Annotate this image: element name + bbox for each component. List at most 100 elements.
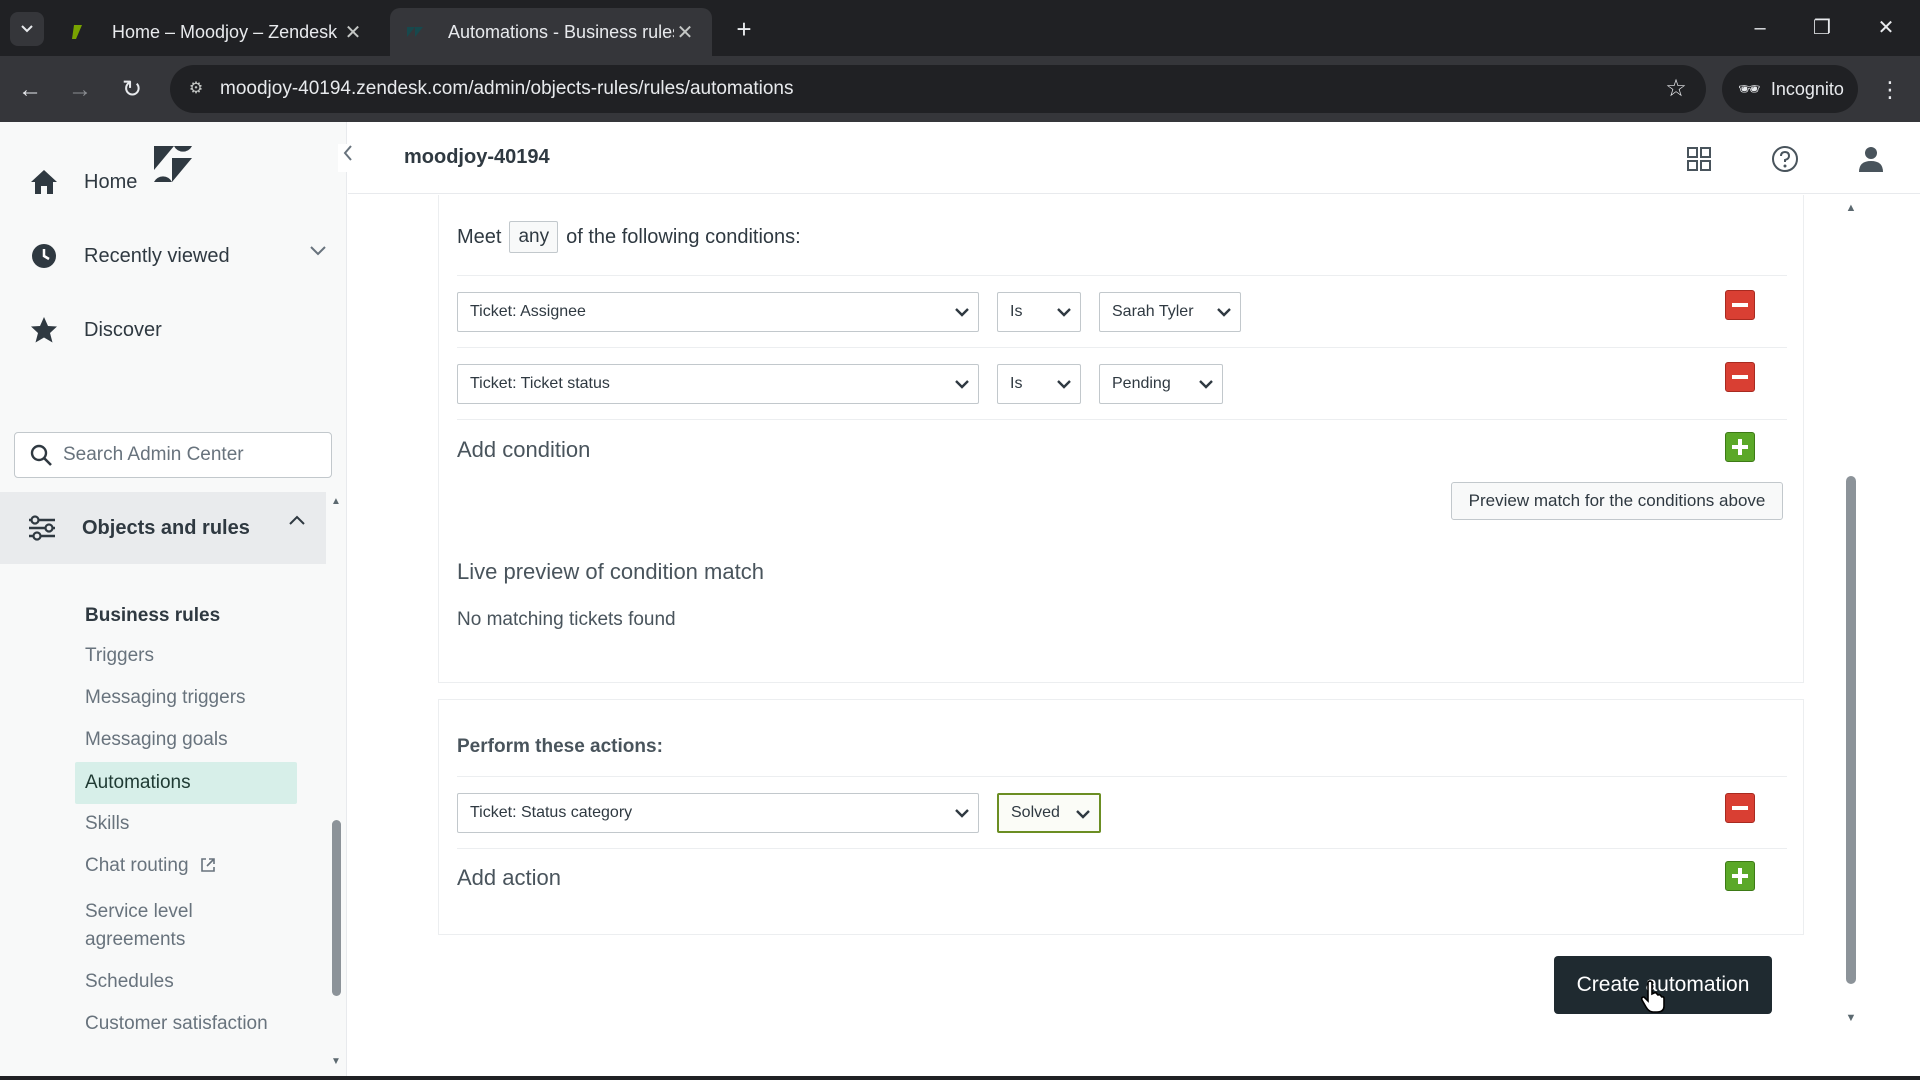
chevron-down-icon [1076, 810, 1090, 819]
user-avatar-icon[interactable] [1856, 144, 1886, 174]
bottom-edge [0, 1076, 1920, 1080]
admin-search-input[interactable] [63, 444, 313, 466]
browser-tab-home[interactable]: Home – Moodjoy – Zendesk ✕ [54, 8, 380, 56]
actions-panel: Perform these actions: Ticket: Status ca… [438, 699, 1804, 935]
action-row: Ticket: Status category Solved [457, 776, 1787, 848]
help-icon[interactable] [1770, 144, 1800, 174]
external-link-icon [200, 858, 215, 872]
select-value: Ticket: Assignee [470, 303, 586, 320]
chevron-down-icon [955, 809, 969, 818]
chevron-left-icon [343, 145, 352, 161]
sidebar-item-sla[interactable]: Service level agreements [75, 898, 275, 954]
sidebar-item-label: Discover [84, 318, 162, 341]
sidebar-item-chat-routing[interactable]: Chat routing [75, 852, 297, 880]
add-condition-button[interactable] [1725, 432, 1755, 462]
product-tray-icon[interactable] [1684, 144, 1714, 174]
restore-button[interactable]: ❐ [1802, 10, 1842, 46]
browser-toolbar: ← → ↻ ⚙ moodjoy-40194.zendesk.com/admin/… [0, 56, 1920, 122]
sidebar-item-triggers[interactable]: Triggers [75, 642, 297, 670]
forward-button[interactable]: → [60, 70, 100, 110]
star-icon [24, 315, 64, 345]
sidebar-item-label: Home [84, 170, 138, 193]
home-icon [24, 168, 64, 196]
minimize-button[interactable]: – [1740, 10, 1780, 46]
incognito-icon: 🕶 [1738, 78, 1761, 99]
top-header: moodjoy-40194 [348, 122, 1920, 194]
chevron-up-icon[interactable] [288, 514, 306, 526]
remove-condition-button[interactable] [1725, 290, 1755, 320]
condition-field-select[interactable]: Ticket: Assignee [457, 292, 979, 332]
sidebar-scroll-down-button[interactable]: ▼ [329, 1056, 343, 1067]
search-icon [30, 444, 52, 466]
admin-search-field[interactable] [14, 432, 332, 478]
url-text: moodjoy-40194.zendesk.com/admin/objects-… [220, 78, 794, 99]
condition-field-select[interactable]: Ticket: Ticket status [457, 364, 979, 404]
sidebar-item-discover[interactable]: Discover [0, 300, 346, 360]
sidebar-item-objects-and-rules[interactable]: Objects and rules [0, 492, 326, 564]
condition-value-select[interactable]: Sarah Tyler [1099, 292, 1241, 332]
browser-tab-automations[interactable]: Automations - Business rules - ✕ [390, 8, 712, 56]
action-value-select[interactable]: Solved [997, 793, 1101, 833]
browser-menu-icon[interactable]: ⋮ [1872, 70, 1908, 110]
add-condition-label: Add condition [457, 437, 591, 462]
live-preview-heading: Live preview of condition match [457, 559, 764, 584]
minus-icon [1732, 303, 1748, 307]
sidebar-item-recently-viewed[interactable]: Recently viewed [0, 226, 346, 286]
sidebar-item-automations[interactable]: Automations [75, 762, 297, 804]
conditions-panel: Meet any of the following conditions: Ti… [438, 195, 1804, 683]
add-action-row: Add action [457, 848, 1787, 898]
chevron-down-icon [1217, 308, 1231, 317]
sidebar-item-skills[interactable]: Skills [75, 810, 297, 838]
close-icon[interactable]: ✕ [674, 20, 696, 45]
site-info-icon[interactable]: ⚙ [184, 77, 208, 101]
sidebar-item-messaging-triggers[interactable]: Messaging triggers [75, 684, 297, 712]
address-bar[interactable]: ⚙ moodjoy-40194.zendesk.com/admin/object… [170, 65, 1706, 113]
zendesk-favicon-icon [72, 25, 82, 39]
chevron-down-icon[interactable] [309, 244, 327, 256]
condition-operator-select[interactable]: Is [997, 364, 1081, 404]
select-value: Sarah Tyler [1112, 303, 1194, 320]
back-button[interactable]: ← [10, 70, 50, 110]
close-icon[interactable]: ✕ [342, 20, 364, 45]
tab-title: Automations - Business rules - [448, 21, 674, 42]
sidebar-item-home[interactable]: Home [0, 152, 346, 212]
sidebar-item-messaging-goals[interactable]: Messaging goals [75, 726, 297, 754]
preview-match-button[interactable]: Preview match for the conditions above [1451, 482, 1783, 520]
chevron-down-icon [1057, 380, 1071, 389]
remove-action-button[interactable] [1725, 793, 1755, 823]
meet-conditions-row: Meet any of the following conditions: [457, 221, 801, 253]
condition-row: Ticket: Assignee Is Sarah Tyler [457, 275, 1787, 347]
actions-heading: Perform these actions: [457, 736, 663, 757]
chevron-down-icon [1057, 308, 1071, 317]
action-field-select[interactable]: Ticket: Status category [457, 793, 979, 833]
sidebar-item-label: Recently viewed [84, 244, 230, 267]
incognito-indicator[interactable]: 🕶 Incognito [1722, 65, 1858, 113]
main-scroll-up-button[interactable]: ▲ [1842, 202, 1860, 214]
live-preview-result: No matching tickets found [457, 609, 676, 630]
sidebar-scroll-up-button[interactable]: ▲ [329, 496, 343, 507]
sidebar-scrollbar-thumb[interactable] [332, 820, 341, 996]
sidebar-section-label: Objects and rules [82, 516, 250, 539]
new-tab-button[interactable]: + [726, 14, 762, 44]
sidebar-item-schedules[interactable]: Schedules [75, 968, 297, 996]
main-content: Meet any of the following conditions: Ti… [348, 195, 1896, 1076]
browser-tab-bar: Home – Moodjoy – Zendesk ✕ Automations -… [0, 0, 1920, 56]
account-name: moodjoy-40194 [404, 146, 550, 168]
minus-icon [1732, 806, 1748, 810]
add-action-button[interactable] [1725, 861, 1755, 891]
window-close-button[interactable]: ✕ [1866, 10, 1906, 46]
objects-rules-icon [22, 512, 62, 544]
main-scroll-down-button[interactable]: ▼ [1842, 1012, 1860, 1024]
collapse-sidebar-button[interactable] [338, 144, 358, 172]
remove-condition-button[interactable] [1725, 362, 1755, 392]
bookmark-star-icon[interactable]: ☆ [1662, 75, 1690, 103]
chevron-down-icon [1199, 380, 1213, 389]
reload-button[interactable]: ↻ [112, 70, 152, 110]
condition-operator-select[interactable]: Is [997, 292, 1081, 332]
meet-mode-select[interactable]: any [509, 221, 559, 253]
sidebar-item-customer-satisfaction[interactable]: Customer satisfaction [75, 1010, 297, 1038]
condition-value-select[interactable]: Pending [1099, 364, 1223, 404]
tab-search-button[interactable] [10, 12, 44, 46]
main-scrollbar-thumb[interactable] [1846, 476, 1856, 984]
select-value: Is [1010, 375, 1023, 392]
